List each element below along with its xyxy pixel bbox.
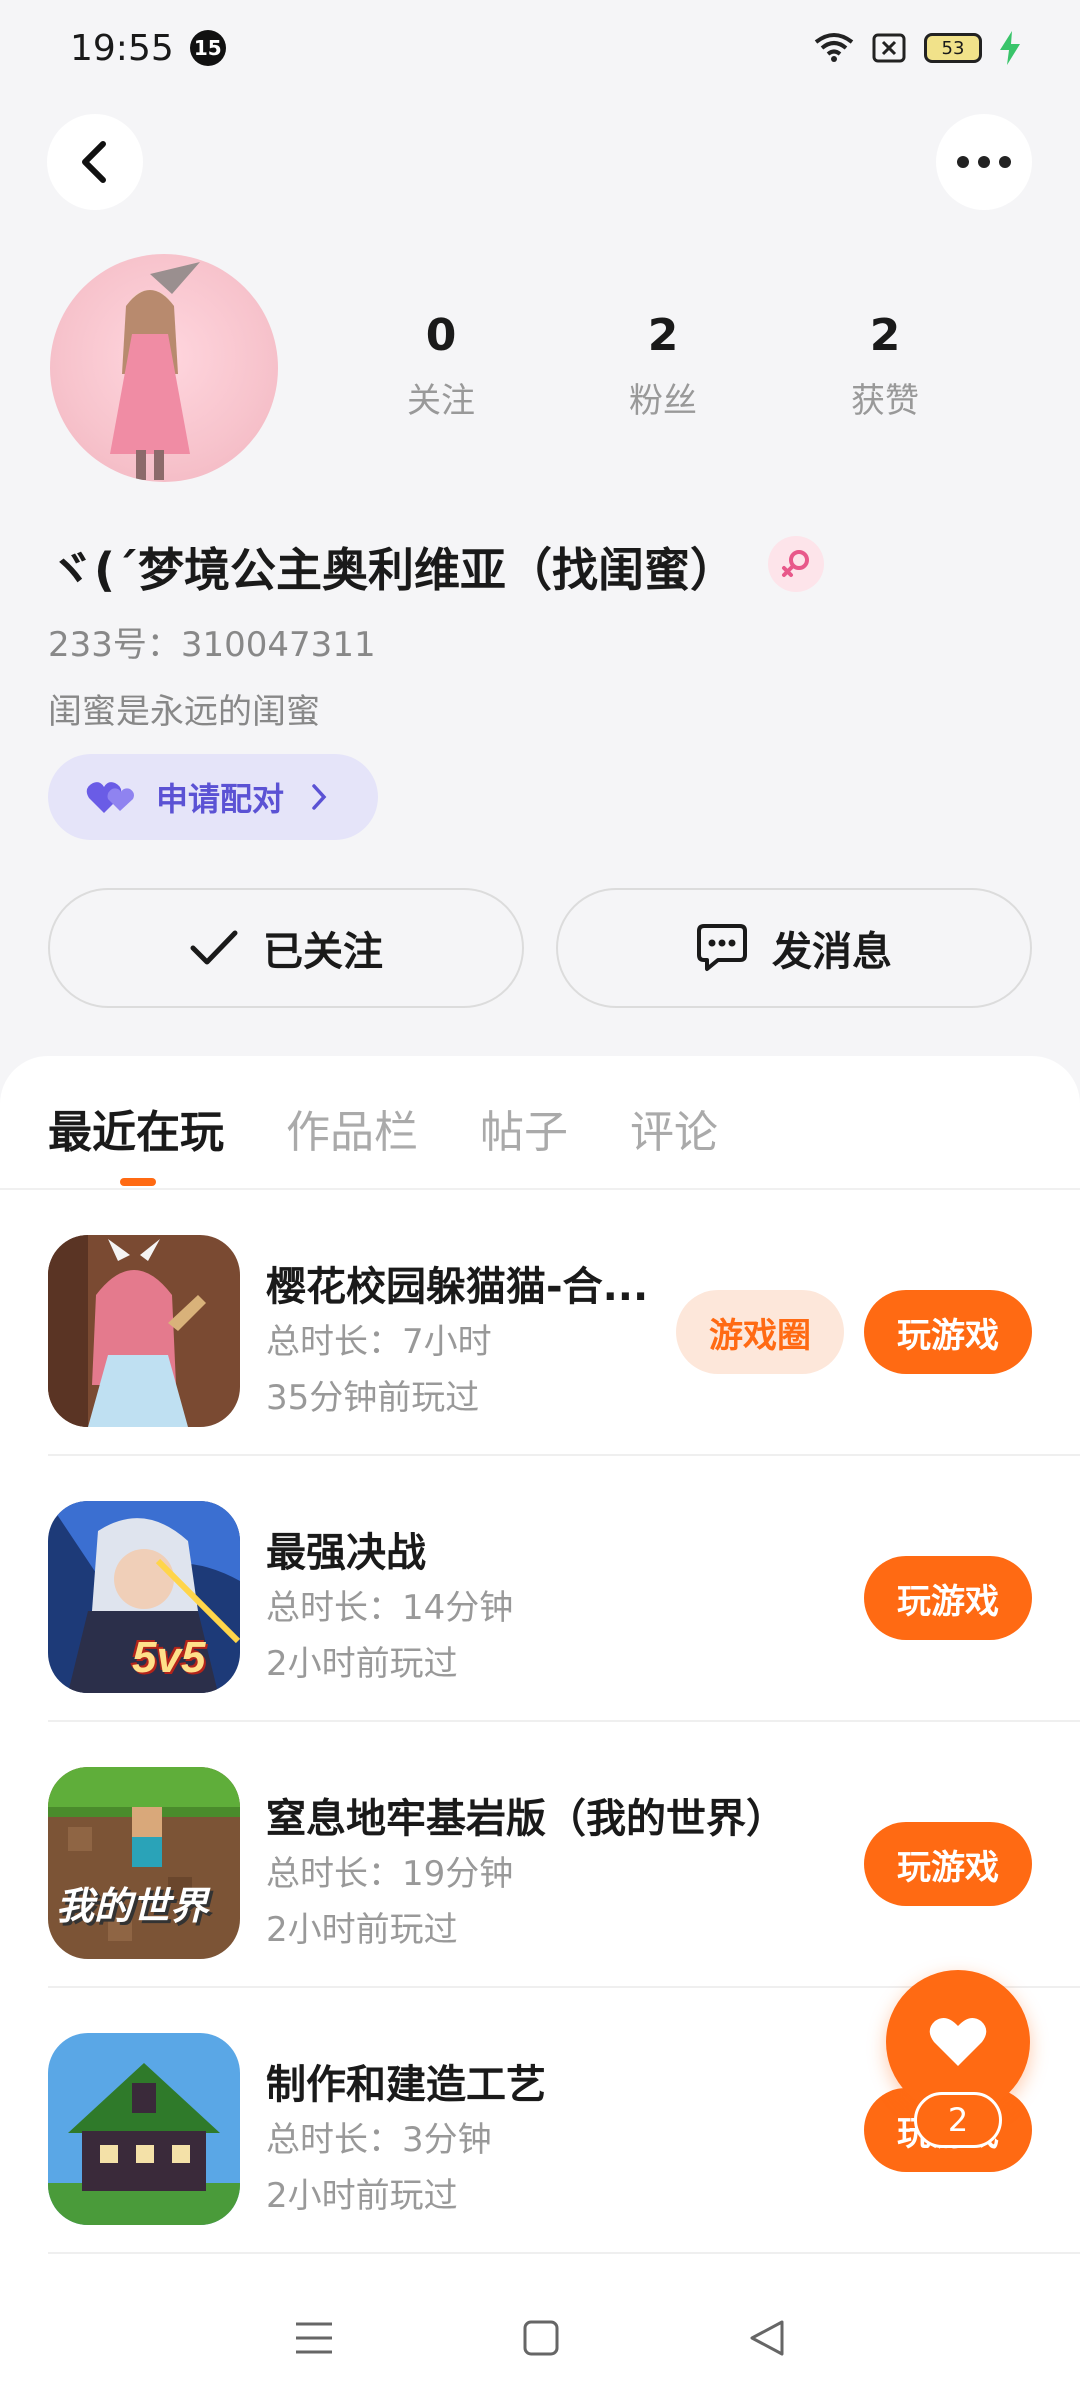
row-divider — [48, 2252, 1080, 2254]
status-bar: 19:55 15 53 — [0, 0, 1080, 96]
back-button[interactable] — [47, 114, 143, 210]
profile-tabs: 最近在玩 作品栏 帖子 评论 — [48, 1096, 718, 1160]
game-row[interactable]: 我的世界 窒息地牢基岩版（我的世界） 总时长：19分钟 2小时前玩过 玩游戏 — [48, 1722, 1080, 1988]
play-game-button[interactable]: 玩游戏 — [864, 1556, 1032, 1640]
status-time: 19:55 — [70, 27, 174, 69]
tab-recently-played[interactable]: 最近在玩 — [48, 1096, 224, 1160]
stat-value: 2 — [647, 310, 679, 361]
game-duration: 总时长：19分钟 — [266, 1854, 514, 1894]
stat-label: 关注 — [407, 381, 475, 421]
double-heart-icon — [86, 782, 134, 813]
voxel-house-icon — [48, 2033, 240, 2225]
request-pair-label: 申请配对 — [156, 780, 285, 818]
female-gender-icon — [768, 536, 824, 592]
like-count-badge: 2 — [914, 2092, 1002, 2148]
home-icon[interactable] — [522, 2319, 560, 2357]
send-message-button[interactable]: 发消息 — [556, 888, 1032, 1008]
game-last-played: 2小时前玩过 — [266, 2176, 458, 2216]
5v5-hero-icon: 5v5 — [48, 1501, 240, 1693]
tab-comments[interactable]: 评论 — [630, 1096, 718, 1160]
chevron-left-icon — [82, 141, 106, 183]
5v5-logo-text: 5v5 — [132, 1633, 206, 1682]
minecraft-icon: 我的世界 — [48, 1767, 240, 1959]
stat-label: 粉丝 — [629, 381, 697, 421]
game-name: 最强决战 — [266, 1530, 426, 1576]
game-circle-button[interactable]: 游戏圈 — [676, 1290, 844, 1374]
play-game-button[interactable]: 玩游戏 — [864, 1290, 1032, 1374]
profile-bio: 闺蜜是永远的闺蜜 — [48, 692, 320, 732]
game-name: 窒息地牢基岩版（我的世界） — [266, 1796, 786, 1842]
stat-label: 获赞 — [851, 381, 919, 421]
game-duration: 总时长：3分钟 — [266, 2120, 492, 2160]
notification-count-badge: 15 — [189, 30, 226, 66]
active-tab-indicator — [120, 1178, 156, 1186]
stat-value: 0 — [425, 310, 457, 361]
chevron-right-icon — [312, 784, 327, 810]
anime-girl-icon — [48, 1235, 240, 1427]
heart-icon — [929, 2017, 987, 2066]
game-row[interactable]: 樱花校园躲猫猫-合... 总时长：7小时 35分钟前玩过 游戏圈 玩游戏 — [48, 1190, 1080, 1456]
charging-icon — [1000, 31, 1020, 65]
game-last-played: 2小时前玩过 — [266, 1644, 458, 1684]
send-message-label: 发消息 — [772, 929, 892, 975]
more-button[interactable] — [936, 114, 1032, 210]
minecraft-logo-text: 我的世界 — [56, 1884, 209, 1928]
game-duration: 总时长：14分钟 — [266, 1588, 514, 1628]
game-last-played: 35分钟前玩过 — [266, 1378, 480, 1418]
game-name: 樱花校园躲猫猫-合... — [266, 1264, 649, 1310]
battery-icon: 53 — [924, 33, 982, 63]
game-last-played: 2小时前玩过 — [266, 1910, 458, 1950]
game-name: 制作和建造工艺 — [266, 2062, 546, 2108]
wifi-icon — [814, 33, 854, 62]
sim-off-icon — [872, 33, 906, 63]
stat-followers[interactable]: 2 粉丝 — [552, 310, 774, 422]
stat-following[interactable]: 0 关注 — [330, 310, 552, 422]
check-icon — [190, 930, 238, 965]
back-triangle-icon[interactable] — [748, 2318, 786, 2358]
play-game-button[interactable]: 玩游戏 — [864, 1822, 1032, 1906]
game-row[interactable]: 5v5 最强决战 总时长：14分钟 2小时前玩过 玩游戏 — [48, 1456, 1080, 1722]
status-icons: 53 — [814, 31, 1020, 65]
user-id: 233号：310047311 — [48, 625, 376, 665]
stat-likes[interactable]: 2 获赞 — [774, 310, 996, 422]
tab-posts[interactable]: 帖子 — [480, 1096, 568, 1160]
more-dots-icon — [957, 156, 1011, 168]
chat-bubble-icon — [697, 924, 747, 971]
anime-girl-avatar-image — [110, 262, 200, 480]
stat-value: 2 — [869, 310, 901, 361]
tab-works[interactable]: 作品栏 — [286, 1096, 418, 1160]
request-pair-button[interactable]: 申请配对 — [48, 754, 378, 840]
game-duration: 总时长：7小时 — [266, 1322, 492, 1362]
system-nav-bar — [0, 2276, 1080, 2400]
followed-label: 已关注 — [263, 929, 383, 975]
profile-stats: 0 关注 2 粉丝 2 获赞 — [330, 310, 1030, 422]
menu-icon[interactable] — [294, 2320, 334, 2356]
followed-button[interactable]: 已关注 — [48, 888, 524, 1008]
profile-nickname: ヾ(´梦境公主奥利维亚（找闺蜜） — [48, 543, 737, 597]
avatar[interactable] — [50, 254, 278, 482]
